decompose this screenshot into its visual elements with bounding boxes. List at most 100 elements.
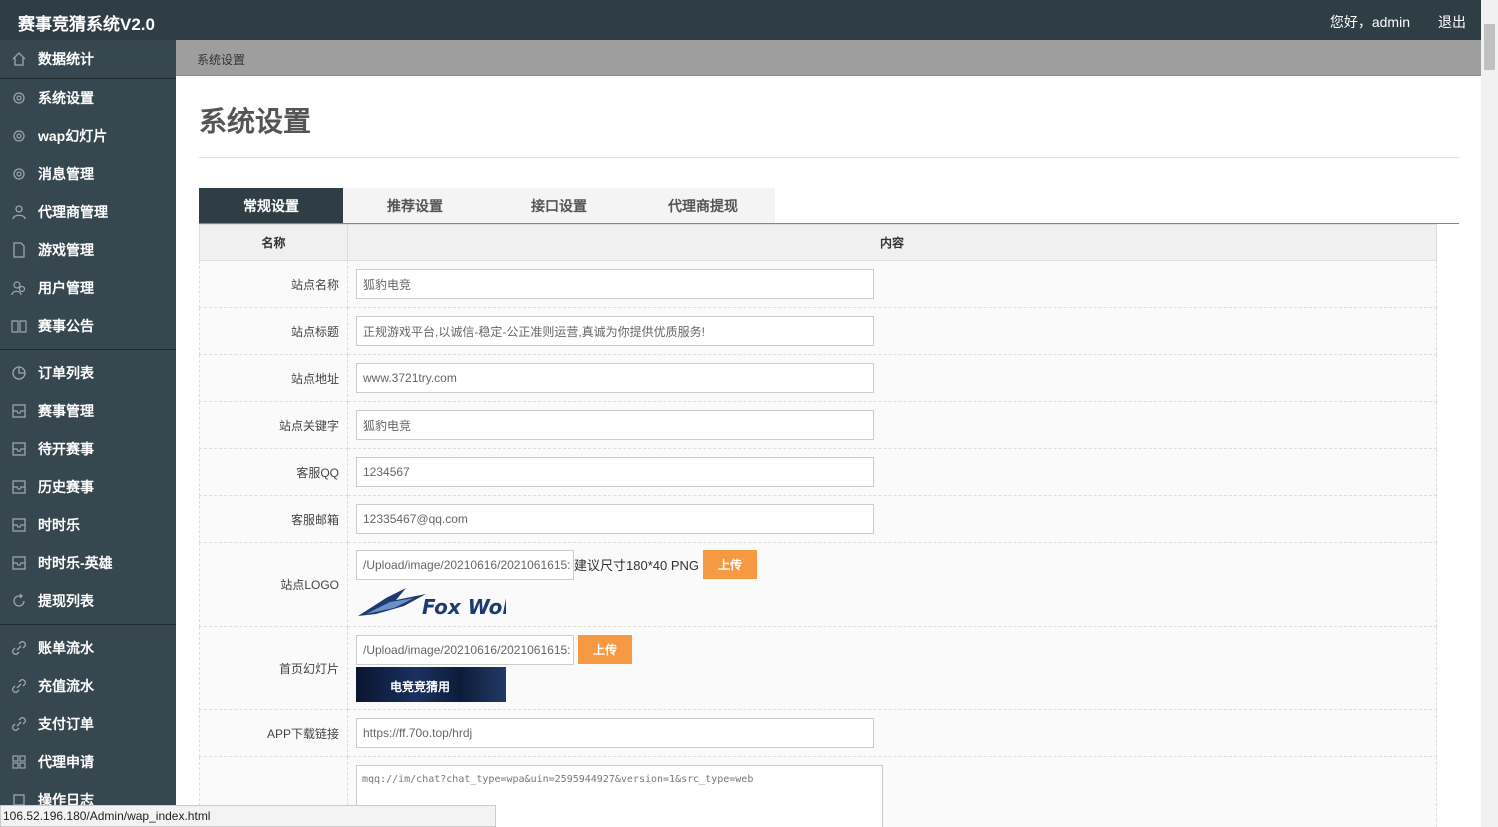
- app-link-input[interactable]: https://ff.70o.top/hrdj: [356, 718, 874, 748]
- sidebar-item-1-3[interactable]: 代理商管理: [0, 193, 176, 231]
- sidebar-item-label: 支付订单: [38, 716, 94, 732]
- app-link-label: APP下载链接: [199, 709, 348, 757]
- sidebar-item-3-2[interactable]: 支付订单: [0, 705, 176, 743]
- sidebar-item-label: wap幻灯片: [38, 128, 108, 144]
- sidebar-item-label: 历史赛事: [38, 479, 94, 495]
- sidebar-item-2-6[interactable]: 提现列表: [0, 582, 176, 620]
- sidebar-item-1-6[interactable]: 赛事公告: [0, 307, 176, 345]
- sidebar-divider: [0, 624, 176, 625]
- logo-upload-button[interactable]: 上传: [703, 550, 757, 579]
- status-url-bar: 106.52.196.180/Admin/wap_index.html: [0, 805, 496, 827]
- tray-icon: [10, 516, 28, 534]
- site-name-input[interactable]: 狐豹电竞: [356, 269, 874, 299]
- sidebar-item-2-5[interactable]: 时时乐-英雄: [0, 544, 176, 582]
- home-icon: [10, 50, 28, 68]
- tray-icon: [10, 478, 28, 496]
- site-keywords-label: 站点关键字: [199, 401, 348, 449]
- sidebar-divider: [0, 349, 176, 350]
- gear-icon: [10, 165, 28, 183]
- title-divider: [199, 157, 1459, 158]
- slide-upload-button[interactable]: 上传: [578, 635, 632, 664]
- service-email-input[interactable]: 12335467@qq.com: [356, 504, 874, 534]
- sidebar-item-2-2[interactable]: 待开赛事: [0, 430, 176, 468]
- sidebar-item-1-5[interactable]: 用户管理: [0, 269, 176, 307]
- tab-agent-withdraw[interactable]: 代理商提现: [631, 188, 775, 223]
- sidebar-item-label: 数据统计: [38, 51, 94, 67]
- grid-icon: [10, 753, 28, 771]
- sidebar-item-1-1[interactable]: wap幻灯片: [0, 117, 176, 155]
- service-email-label: 客服邮箱: [199, 495, 348, 543]
- tab-recommend[interactable]: 推荐设置: [343, 188, 487, 223]
- sidebar-item-1-2[interactable]: 消息管理: [0, 155, 176, 193]
- gear-icon: [10, 89, 28, 107]
- home-slide-path-input[interactable]: /Upload/image/20210616/2021061615:: [356, 634, 574, 665]
- tab-general[interactable]: 常规设置: [199, 188, 343, 223]
- breadcrumb-label: 系统设置: [197, 53, 246, 67]
- page-title: 系统设置: [199, 105, 312, 138]
- site-logo-image: Fox Wolf: [358, 587, 506, 619]
- sidebar-item-label: 赛事公告: [38, 318, 94, 334]
- page-scrollbar[interactable]: [1481, 0, 1498, 827]
- column-header-content: 内容: [347, 224, 1437, 261]
- site-title-label: 站点标题: [199, 307, 348, 355]
- sidebar: 数据统计系统设置 wap幻灯片 消息管理代理商管理游戏管理用户管理赛事公告订单列表赛…: [0, 40, 176, 827]
- site-keywords-input[interactable]: 狐豹电竞: [356, 410, 874, 440]
- slide-banner-text: 电竞竞猜用: [390, 679, 451, 694]
- site-logo-label: 站点LOGO: [199, 542, 348, 627]
- sidebar-item-label: 代理申请: [38, 754, 94, 770]
- logo-size-hint: 建议尺寸180*40 PNG: [574, 558, 699, 573]
- settings-table: 名称 内容 站点名称 狐豹电竞 站点标题 正规游戏平台,以诚信-稳定-公正准则运…: [199, 224, 1437, 827]
- sidebar-item-2-0[interactable]: 订单列表: [0, 354, 176, 392]
- user-greeting: 您好，admin: [1329, 14, 1410, 30]
- sidebar-item-label: 订单列表: [38, 365, 94, 381]
- book-icon: [10, 317, 28, 335]
- site-name-label: 站点名称: [199, 260, 348, 308]
- logo-wordmark: Fox Wolf: [422, 595, 506, 619]
- sidebar-item-label: 游戏管理: [38, 242, 94, 258]
- sidebar-item-0-0[interactable]: 数据统计: [0, 40, 176, 78]
- home-slide-image: 电竞竞猜用: [356, 666, 506, 702]
- sidebar-item-label: 账单流水: [38, 640, 94, 656]
- tab-api[interactable]: 接口设置: [487, 188, 631, 223]
- tray-icon: [10, 554, 28, 572]
- home-slide-label: 首页幻灯片: [199, 626, 348, 710]
- sidebar-item-label: 系统设置: [38, 90, 94, 106]
- link-icon: [10, 715, 28, 733]
- service-qq-input[interactable]: 1234567: [356, 457, 874, 487]
- site-url-label: 站点地址: [199, 354, 348, 402]
- sidebar-item-2-4[interactable]: 时时乐: [0, 506, 176, 544]
- tray-icon: [10, 402, 28, 420]
- top-header: 赛事竞猜系统V2.0 您好，admin 退出: [0, 0, 1498, 40]
- breadcrumb: 系统设置: [176, 40, 1482, 76]
- logout-link[interactable]: 退出: [1438, 12, 1466, 32]
- site-logo-path-input[interactable]: /Upload/image/20210616/2021061615:: [356, 549, 574, 580]
- sidebar-item-2-1[interactable]: 赛事管理: [0, 392, 176, 430]
- sidebar-item-label: 代理商管理: [38, 204, 108, 220]
- brand-title: 赛事竞猜系统V2.0: [18, 15, 155, 34]
- link-icon: [10, 639, 28, 657]
- file-icon: [10, 241, 28, 259]
- sidebar-item-2-3[interactable]: 历史赛事: [0, 468, 176, 506]
- sidebar-item-label: 提现列表: [38, 593, 94, 609]
- sidebar-item-label: 赛事管理: [38, 403, 94, 419]
- sidebar-item-label: 充值流水: [38, 678, 94, 694]
- site-url-input[interactable]: www.3721try.com: [356, 363, 874, 393]
- sidebar-item-label: 用户管理: [38, 280, 94, 296]
- link-icon: [10, 677, 28, 695]
- sidebar-item-3-3[interactable]: 代理申请: [0, 743, 176, 781]
- sidebar-item-1-4[interactable]: 游戏管理: [0, 231, 176, 269]
- sidebar-item-1-0[interactable]: 系统设置: [0, 79, 176, 117]
- settings-tabs: 常规设置 推荐设置 接口设置 代理商提现: [199, 188, 775, 223]
- column-header-name: 名称: [199, 224, 348, 261]
- user-icon: [10, 203, 28, 221]
- scrollbar-thumb[interactable]: [1484, 24, 1495, 70]
- sidebar-item-label: 待开赛事: [38, 441, 94, 457]
- site-title-input[interactable]: 正规游戏平台,以诚信-稳定-公正准则运营,真诚为你提供优质服务!: [356, 316, 874, 346]
- users-icon: [10, 279, 28, 297]
- sidebar-item-label: 消息管理: [38, 166, 94, 182]
- sidebar-item-3-1[interactable]: 充值流水: [0, 667, 176, 705]
- gear-icon: [10, 127, 28, 145]
- sidebar-item-label: 时时乐: [38, 517, 80, 533]
- pie-icon: [10, 364, 28, 382]
- sidebar-item-3-0[interactable]: 账单流水: [0, 629, 176, 667]
